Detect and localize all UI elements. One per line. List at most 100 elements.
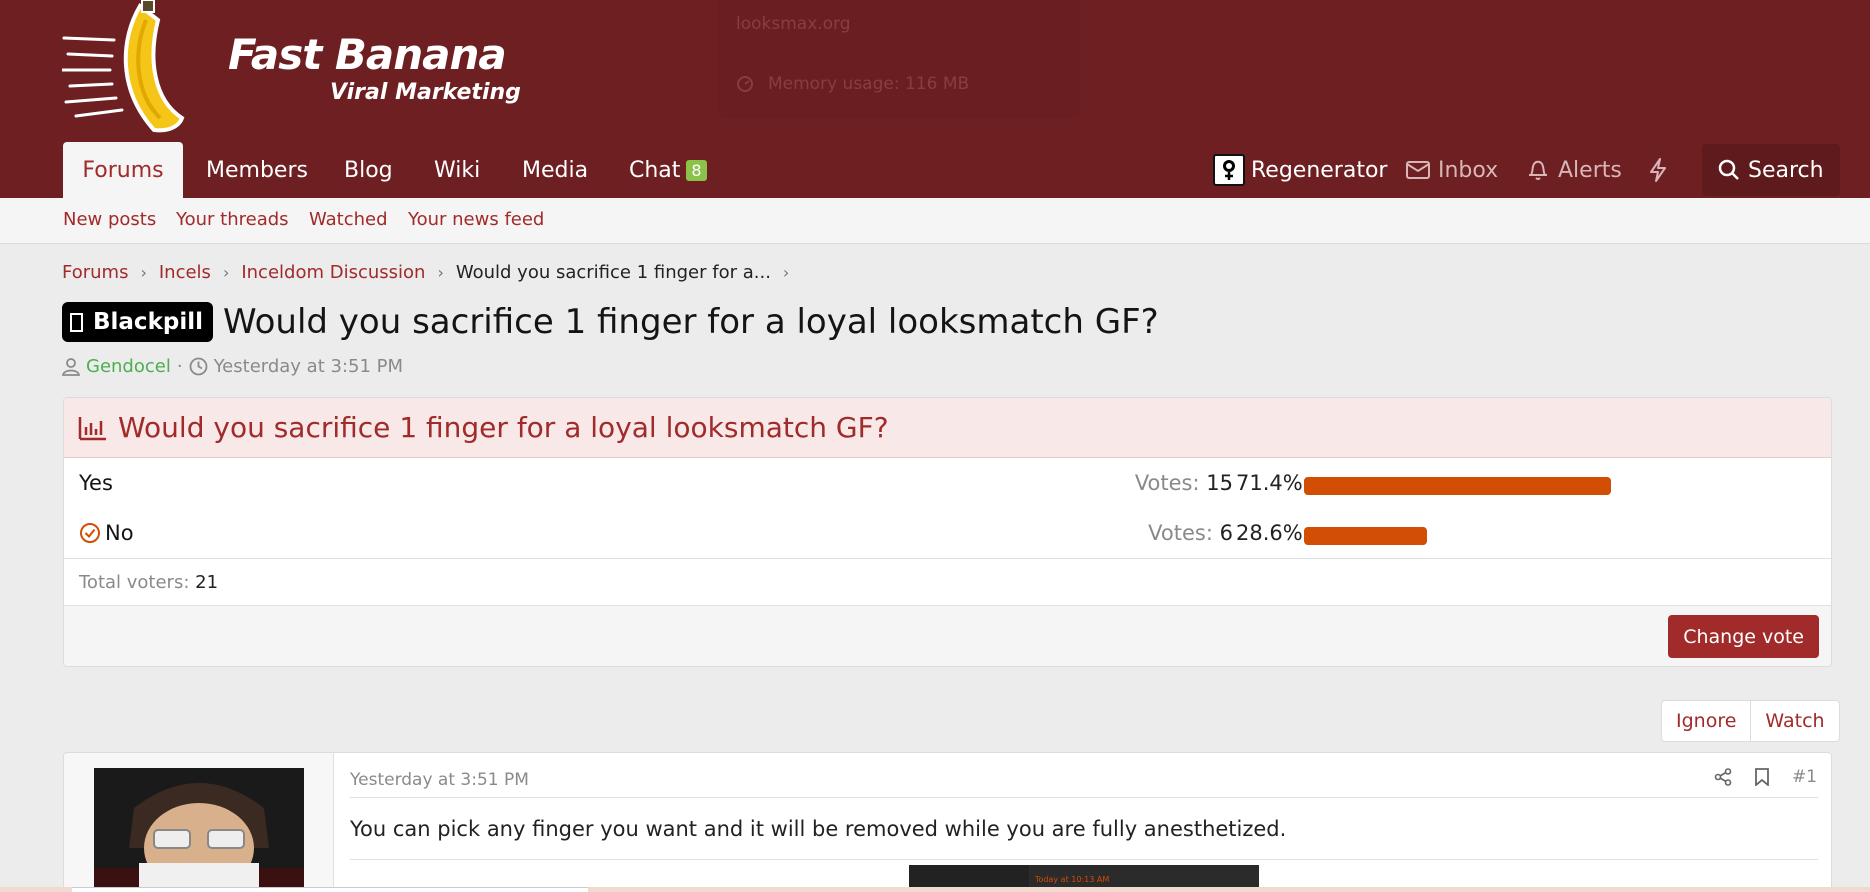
logo-text: Fast Banana Viral Marketing — [228, 30, 521, 106]
nav-tab-chat-label: Chat — [629, 157, 681, 183]
poll-votes-count: 15 — [1206, 471, 1233, 495]
subnav-new-posts[interactable]: New posts — [63, 209, 156, 230]
avatar-image — [94, 768, 304, 891]
watch-button[interactable]: Watch — [1750, 701, 1838, 741]
ignore-button[interactable]: Ignore — [1662, 701, 1750, 741]
check-circle-icon — [80, 523, 100, 543]
debug-host: looksmax.org — [736, 14, 851, 34]
nav-alerts[interactable]: Alerts — [1528, 142, 1622, 198]
breadcrumb-current-thread[interactable]: Would you sacrifice 1 finger for a... — [456, 262, 771, 283]
poll-option-label: No — [79, 521, 134, 545]
thread-author[interactable]: Gendocel — [86, 356, 171, 377]
nav-whats-new[interactable] — [1648, 142, 1668, 198]
poll-bar-track — [1304, 527, 1670, 545]
user-icon — [62, 357, 80, 376]
poll-option-row: No Votes: 6 28.6% — [64, 508, 1831, 558]
breadcrumb: Forums › Incels › Inceldom Discussion › … — [62, 262, 801, 283]
thread-date[interactable]: Yesterday at 3:51 PM — [214, 356, 403, 377]
subnav-watched[interactable]: Watched — [309, 209, 388, 230]
nav-user-account[interactable]: Regenerator — [1213, 142, 1387, 198]
poll-bar — [1304, 477, 1611, 495]
thread-prefix-label: Blackpill — [93, 309, 203, 335]
search-icon — [1718, 159, 1739, 180]
nav-inbox-label: Inbox — [1438, 157, 1499, 183]
post-number[interactable]: #1 — [1792, 767, 1817, 787]
chevron-right-icon: › — [437, 263, 444, 282]
embedded-caption: Today at 10:13 AM — [1035, 875, 1110, 884]
post-body: You can pick any finger you want and it … — [350, 817, 1287, 841]
site-header: Fast Banana Viral Marketing looksmax.org… — [0, 0, 1870, 198]
nav-tab-chat[interactable]: Chat 8 — [629, 142, 707, 198]
poll-option-label: Yes — [79, 471, 113, 495]
chevron-right-icon: › — [782, 263, 790, 282]
debug-panel: looksmax.org Memory usage: 116 MB — [718, 0, 1080, 118]
change-vote-button[interactable]: Change vote — [1668, 615, 1819, 658]
prefix-box-icon — [70, 312, 83, 332]
post-user-cell — [64, 753, 334, 891]
poll-option-percent: 71.4% — [1236, 471, 1303, 495]
nav-alerts-label: Alerts — [1558, 157, 1622, 183]
nav-inbox[interactable]: Inbox — [1406, 142, 1498, 198]
main-nav: Forums Members Blog Wiki Media Chat 8 Re… — [0, 142, 1870, 198]
post-actions: #1 — [1714, 767, 1817, 787]
post-divider — [350, 859, 1818, 860]
poll-option-percent: 28.6% — [1236, 521, 1303, 545]
poll-option-votes: Votes: 15 — [1135, 471, 1233, 495]
site-logo[interactable]: Fast Banana Viral Marketing — [62, 0, 521, 136]
bell-icon — [1529, 160, 1547, 180]
poll-question: Would you sacrifice 1 finger for a loyal… — [118, 411, 889, 444]
envelope-icon — [1406, 161, 1430, 179]
breadcrumb-inceldom-discussion[interactable]: Inceldom Discussion — [241, 262, 425, 283]
poll-option-votes: Votes: 6 — [1148, 521, 1233, 545]
thread-action-buttons: Ignore Watch — [1661, 700, 1840, 742]
thread-prefix-badge[interactable]: Blackpill — [62, 302, 213, 342]
poster-avatar[interactable] — [94, 768, 304, 891]
poll-total-label: Total voters: — [79, 572, 190, 593]
poll-votes-label: Votes: — [1148, 521, 1213, 545]
poll-total-voters: Total voters: 21 — [64, 558, 1831, 605]
post-divider — [350, 797, 1818, 798]
poll-block: Would you sacrifice 1 finger for a loyal… — [63, 397, 1832, 667]
avatar-symbol-icon — [1223, 160, 1235, 180]
thread-title-row: Blackpill Would you sacrifice 1 finger f… — [62, 302, 1159, 342]
subnav-news-feed[interactable]: Your news feed — [408, 209, 544, 230]
poll-votes-count: 6 — [1219, 521, 1233, 545]
chat-count-badge: 8 — [686, 159, 707, 181]
nav-tab-media[interactable]: Media — [522, 142, 588, 198]
meta-separator: · — [176, 356, 183, 377]
bolt-icon — [1650, 158, 1666, 182]
poll-total-count: 21 — [195, 572, 219, 593]
poll-header: Would you sacrifice 1 finger for a loyal… — [64, 398, 1831, 458]
post-message: Yesterday at 3:51 PM #1 You can pick any… — [63, 752, 1832, 892]
debug-memory-text: Memory usage: 116 MB — [768, 74, 970, 94]
nav-tab-forums[interactable]: Forums — [63, 142, 183, 198]
subnav-your-threads[interactable]: Your threads — [176, 209, 289, 230]
nav-tab-wiki[interactable]: Wiki — [434, 142, 480, 198]
sub-nav: New posts Your threads Watched Your news… — [0, 198, 1870, 244]
nav-search-label: Search — [1748, 157, 1824, 183]
poll-chart-icon — [78, 416, 106, 440]
share-icon[interactable] — [1714, 768, 1732, 786]
poll-option-text: No — [105, 521, 134, 545]
poll-votes-label: Votes: — [1134, 471, 1200, 495]
gauge-icon — [737, 76, 753, 92]
poll-option-row: Yes Votes: 15 71.4% — [64, 458, 1831, 508]
user-avatar — [1213, 154, 1245, 186]
banana-logo-icon — [62, 0, 185, 133]
breadcrumb-forums[interactable]: Forums — [62, 262, 128, 283]
nav-search[interactable]: Search — [1702, 144, 1840, 196]
thread-meta: Gendocel · Yesterday at 3:51 PM — [62, 356, 403, 377]
page-title: Would you sacrifice 1 finger for a loyal… — [222, 302, 1159, 342]
logo-subtitle: Viral Marketing — [330, 80, 521, 105]
bookmark-icon[interactable] — [1754, 768, 1770, 786]
poll-footer: Change vote — [64, 605, 1831, 666]
debug-memory: Memory usage: 116 MB — [736, 74, 969, 94]
nav-tab-blog[interactable]: Blog — [344, 142, 393, 198]
user-name: Regenerator — [1251, 157, 1388, 183]
nav-tab-members[interactable]: Members — [206, 142, 308, 198]
poll-bar-track — [1304, 477, 1670, 495]
chevron-right-icon: › — [222, 263, 230, 282]
post-date[interactable]: Yesterday at 3:51 PM — [350, 770, 529, 790]
clock-icon — [189, 357, 207, 376]
breadcrumb-incels[interactable]: Incels — [159, 262, 211, 283]
